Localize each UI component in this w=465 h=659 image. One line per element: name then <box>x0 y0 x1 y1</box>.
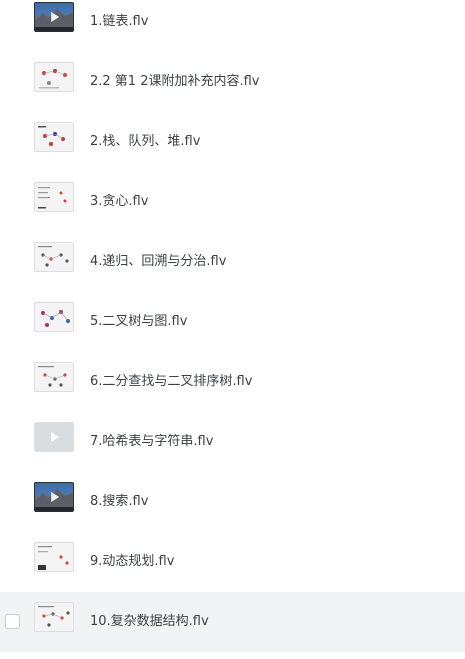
play-icon <box>51 492 60 502</box>
file-name[interactable]: 10.复杂数据结构.flv <box>90 614 209 630</box>
file-name[interactable]: 2.栈、队列、堆.flv <box>90 134 200 150</box>
file-name[interactable]: 5.二叉树与图.flv <box>90 314 187 330</box>
play-icon <box>51 12 60 22</box>
file-name[interactable]: 9.动态规划.flv <box>90 554 174 570</box>
file-name[interactable]: 8.搜索.flv <box>90 494 148 510</box>
video-thumbnail[interactable] <box>34 302 74 332</box>
file-name[interactable]: 7.哈希表与字符串.flv <box>90 434 213 450</box>
file-name[interactable]: 2.2 第1 2课附加补充内容.flv <box>90 74 260 90</box>
file-row-2[interactable]: 2.2 第1 2课附加补充内容.flv <box>0 52 465 112</box>
file-row-4[interactable]: 3.贪心.flv <box>0 172 465 232</box>
select-checkbox[interactable] <box>5 614 20 629</box>
video-thumbnail[interactable] <box>34 482 74 512</box>
file-name[interactable]: 1.链表.flv <box>90 14 148 30</box>
file-row-11[interactable]: 10.复杂数据结构.flv <box>0 592 465 652</box>
file-row-10[interactable]: 9.动态规划.flv <box>0 532 465 592</box>
video-thumbnail[interactable] <box>34 602 74 632</box>
play-icon <box>51 432 60 442</box>
file-row-6[interactable]: 5.二叉树与图.flv <box>0 292 465 352</box>
file-name[interactable]: 6.二分查找与二叉排序树.flv <box>90 374 252 390</box>
video-thumbnail[interactable] <box>34 542 74 572</box>
file-name[interactable]: 3.贪心.flv <box>90 194 148 210</box>
file-row-5[interactable]: 4.递归、回溯与分治.flv <box>0 232 465 292</box>
file-name[interactable]: 4.递归、回溯与分治.flv <box>90 254 226 270</box>
video-thumbnail[interactable] <box>34 2 74 32</box>
video-thumbnail[interactable] <box>34 242 74 272</box>
file-list: 1.链表.flv 2.2 第1 2课附加补充内容.flv 2.栈、队列、堆.fl… <box>0 0 465 659</box>
file-row-1[interactable]: 1.链表.flv <box>0 0 465 52</box>
video-thumbnail[interactable] <box>34 62 74 92</box>
video-thumbnail[interactable] <box>34 122 74 152</box>
file-row-3[interactable]: 2.栈、队列、堆.flv <box>0 112 465 172</box>
file-row-8[interactable]: 7.哈希表与字符串.flv <box>0 412 465 472</box>
file-row-7[interactable]: 6.二分查找与二叉排序树.flv <box>0 352 465 412</box>
video-thumbnail[interactable] <box>34 362 74 392</box>
video-thumbnail[interactable] <box>34 182 74 212</box>
file-row-9[interactable]: 8.搜索.flv <box>0 472 465 532</box>
video-thumbnail[interactable] <box>34 422 74 452</box>
